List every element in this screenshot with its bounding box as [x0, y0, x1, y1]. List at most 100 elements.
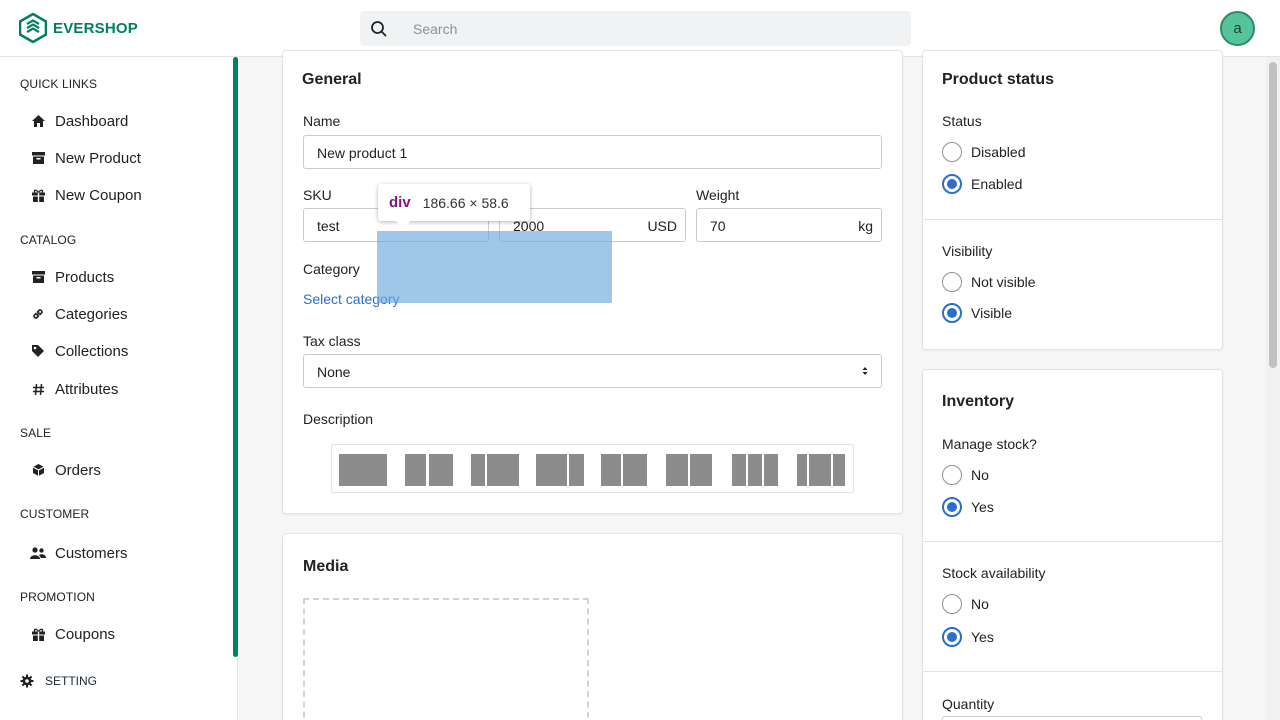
layout-option-7-b[interactable]	[748, 454, 762, 486]
avatar[interactable]: a	[1220, 11, 1255, 46]
layout-option-6-b[interactable]	[690, 454, 712, 486]
brand-name: EVERSHOP	[53, 19, 138, 37]
hashtag-icon	[30, 381, 46, 397]
inventory-title: Inventory	[942, 393, 1015, 410]
sidebar-item-customers[interactable]: Customers	[30, 543, 128, 563]
manage-stock-no-radio[interactable]: No	[942, 465, 989, 485]
sidebar-section-setting: SETTING	[45, 674, 98, 688]
page-scrollbar-thumb[interactable]	[1269, 62, 1277, 368]
sidebar-scroll-indicator	[233, 57, 238, 657]
sidebar-item-label: Coupons	[55, 625, 116, 643]
visibility-label: Visibility	[942, 243, 993, 259]
weight-label: Weight	[696, 187, 740, 203]
radio-label: Not visible	[971, 274, 1036, 290]
inspect-tooltip: div 186.66 × 58.6	[378, 184, 530, 221]
sidebar-item-new-coupon[interactable]: New Coupon	[30, 185, 142, 205]
sidebar-item-label: Orders	[55, 461, 101, 479]
inspect-highlight	[377, 231, 612, 303]
layout-option-8-b[interactable]	[809, 454, 831, 486]
layout-option-6-a[interactable]	[666, 454, 688, 486]
tooltip-arrow	[395, 220, 411, 229]
layout-option-1-column[interactable]	[339, 454, 387, 486]
visibility-not-visible-radio[interactable]: Not visible	[942, 272, 1036, 292]
weight-input[interactable]: 70 kg	[696, 208, 882, 242]
layout-option-7-a[interactable]	[732, 454, 746, 486]
sidebar: QUICK LINKS Dashboard New Product New Co…	[0, 57, 238, 720]
quantity-label: Quantity	[942, 696, 995, 712]
tax-class-label: Tax class	[303, 333, 361, 349]
name-input[interactable]: New product 1	[303, 135, 882, 169]
search-bar[interactable]: Search	[360, 11, 911, 46]
sidebar-item-dashboard[interactable]: Dashboard	[30, 111, 128, 131]
radio-circle	[942, 465, 962, 485]
sidebar-item-categories[interactable]: Categories	[30, 304, 128, 324]
sidebar-item-coupons[interactable]: Coupons	[30, 624, 115, 644]
tax-class-select[interactable]: None	[303, 354, 882, 388]
divider	[923, 541, 1222, 542]
description-label: Description	[303, 411, 374, 427]
stock-availability-no-radio[interactable]: No	[942, 594, 989, 614]
search-input[interactable]: Search	[413, 21, 457, 37]
visibility-visible-radio[interactable]: Visible	[942, 303, 1012, 323]
sidebar-item-label: Categories	[55, 305, 128, 323]
layout-option-8-c[interactable]	[833, 454, 845, 486]
media-upload-dropzone[interactable]	[303, 598, 589, 720]
price-currency: USD	[647, 218, 677, 234]
sidebar-item-new-product[interactable]: New Product	[30, 148, 141, 168]
layout-option-8-a[interactable]	[797, 454, 807, 486]
sidebar-item-label: New Coupon	[55, 186, 142, 204]
tag-icon	[30, 343, 46, 359]
inventory-card	[922, 369, 1223, 720]
sidebar-item-setting[interactable]: SETTING	[20, 674, 97, 688]
sidebar-item-attributes[interactable]: Attributes	[30, 379, 118, 399]
divider	[923, 219, 1222, 220]
logo[interactable]: EVERSHOP	[19, 13, 138, 43]
status-enabled-radio[interactable]: Enabled	[942, 174, 1022, 194]
cube-icon	[30, 462, 46, 478]
manage-stock-yes-radio[interactable]: Yes	[942, 497, 994, 517]
layout-option-5-a[interactable]	[601, 454, 621, 486]
sidebar-item-label: Attributes	[55, 380, 119, 398]
sidebar-section-quick-links: QUICK LINKS	[20, 77, 98, 91]
layout-option-4-a[interactable]	[536, 454, 567, 486]
sidebar-item-orders[interactable]: Orders	[30, 460, 101, 480]
description-editor[interactable]	[331, 444, 854, 493]
radio-circle	[942, 272, 962, 292]
layout-option-4-b[interactable]	[569, 454, 584, 486]
select-arrows-icon	[862, 367, 868, 375]
status-disabled-radio[interactable]: Disabled	[942, 142, 1025, 162]
layout-option-3-a[interactable]	[471, 454, 485, 486]
radio-label: No	[971, 467, 989, 483]
quantity-input[interactable]	[942, 716, 1202, 720]
general-title: General	[302, 71, 362, 88]
sidebar-item-products[interactable]: Products	[30, 267, 114, 287]
stock-availability-yes-radio[interactable]: Yes	[942, 627, 994, 647]
radio-label: Visible	[971, 305, 1012, 321]
layout-option-2-columns-b[interactable]	[429, 454, 453, 486]
divider	[923, 671, 1222, 672]
sidebar-item-collections[interactable]: Collections	[30, 341, 128, 361]
layout-option-2-columns-a[interactable]	[405, 454, 426, 486]
manage-stock-label: Manage stock?	[942, 436, 1037, 452]
sidebar-item-label: Dashboard	[55, 112, 129, 130]
layout-option-3-b[interactable]	[487, 454, 519, 486]
layout-option-5-b[interactable]	[623, 454, 647, 486]
link-icon	[30, 306, 46, 322]
sidebar-item-label: Customers	[55, 544, 128, 562]
weight-value: 70	[710, 218, 726, 234]
layout-option-7-c[interactable]	[764, 454, 778, 486]
inspect-tag-name: div	[389, 194, 411, 211]
product-status-title: Product status	[942, 71, 1055, 88]
radio-circle-selected	[942, 303, 962, 323]
sidebar-section-sale: SALE	[20, 426, 52, 440]
evershop-logo-icon	[19, 13, 47, 43]
radio-circle	[942, 142, 962, 162]
radio-label: Yes	[971, 629, 994, 645]
sidebar-item-label: New Product	[55, 149, 141, 167]
sku-label: SKU	[303, 187, 332, 203]
top-header: EVERSHOP Search a	[0, 0, 1280, 57]
radio-label: Yes	[971, 499, 994, 515]
sku-value: test	[317, 218, 340, 234]
sidebar-item-label: Products	[55, 268, 115, 286]
media-title: Media	[303, 558, 349, 575]
